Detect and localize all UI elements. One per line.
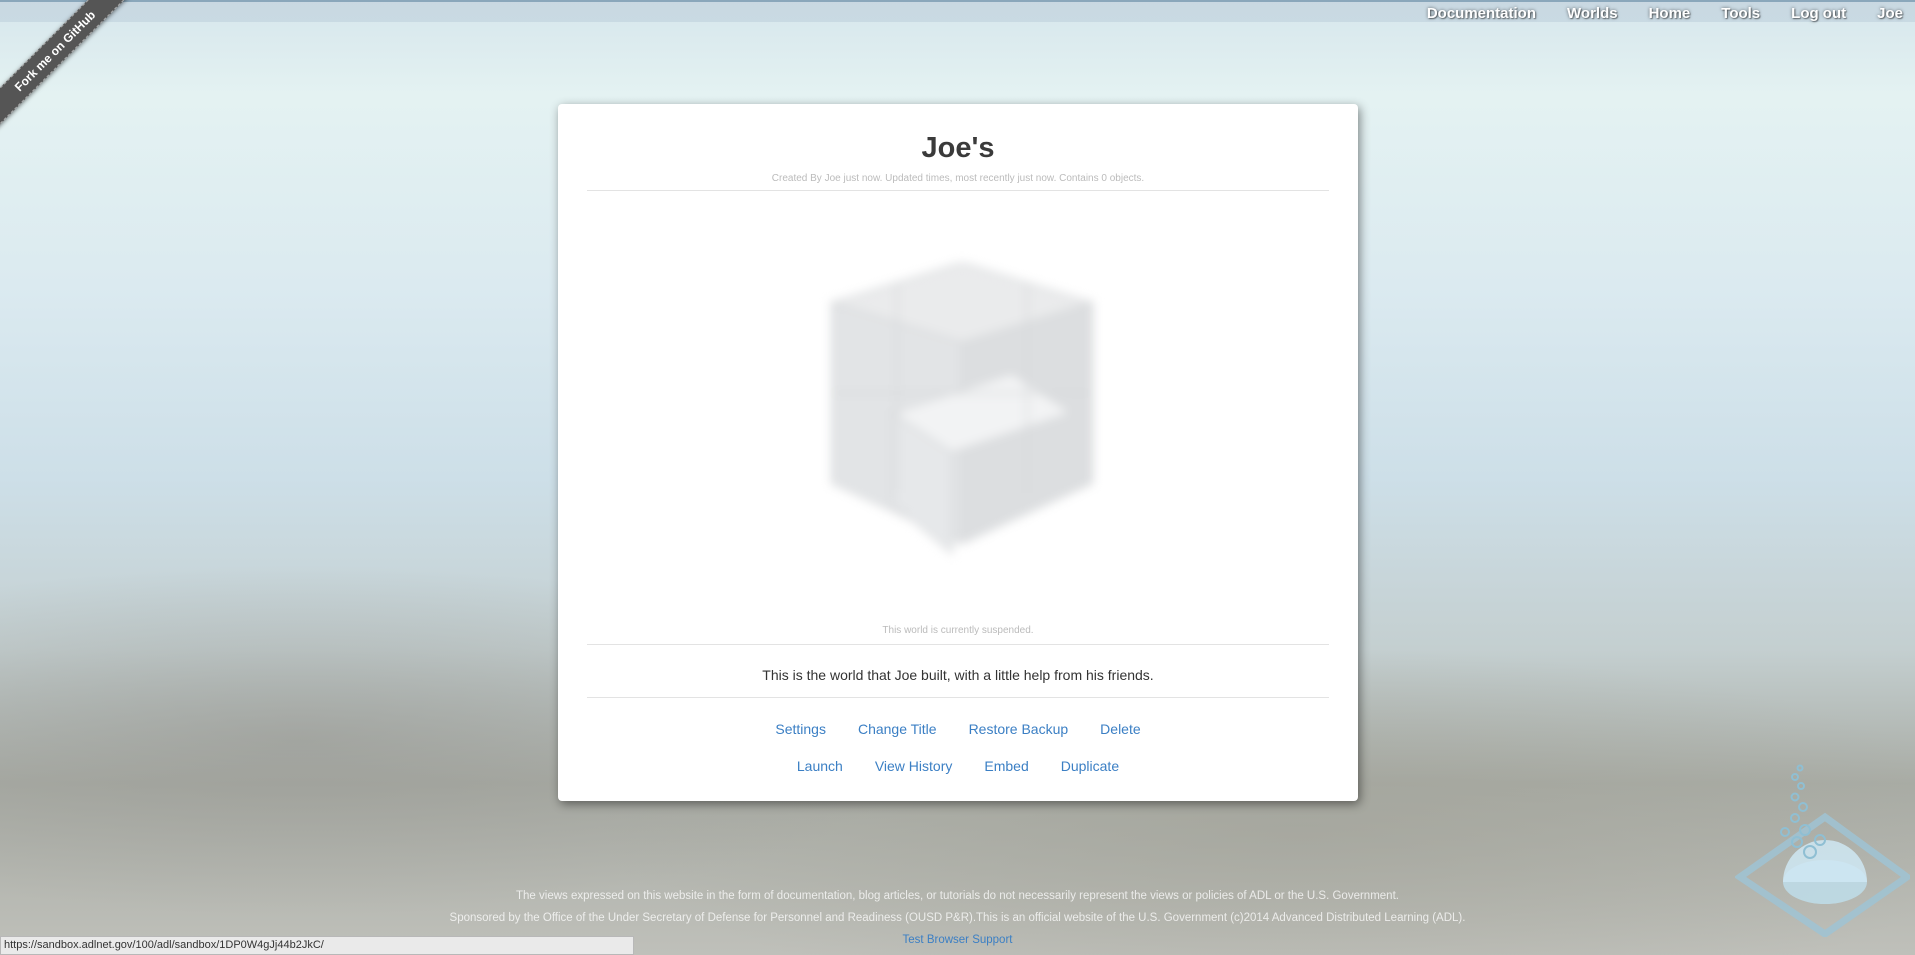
nav-log-out[interactable]: Log out — [1791, 5, 1846, 22]
action-row-2: Launch View History Embed Duplicate — [587, 758, 1329, 774]
duplicate-link[interactable]: Duplicate — [1061, 758, 1119, 774]
footer-disclaimer: The views expressed on this website in t… — [516, 890, 1399, 902]
world-description: This is the world that Joe built, with a… — [762, 667, 1154, 683]
cube-placeholder-icon — [828, 263, 1096, 556]
world-title: Joe's — [921, 132, 995, 164]
main-nav: Documentation Worlds Home Tools Log out … — [1427, 5, 1903, 22]
change-title-link[interactable]: Change Title — [858, 721, 937, 737]
nav-home[interactable]: Home — [1649, 5, 1691, 22]
browser-status-bar: https://sandbox.adlnet.gov/100/adl/sandb… — [0, 936, 634, 955]
embed-link[interactable]: Embed — [984, 758, 1028, 774]
world-thumbnail: This world is currently suspended. — [587, 191, 1329, 636]
view-history-link[interactable]: View History — [875, 758, 953, 774]
divider — [587, 697, 1329, 698]
test-browser-support-link[interactable]: Test Browser Support — [903, 934, 1013, 946]
world-meta: Created By Joe just now. Updated times, … — [771, 173, 1145, 184]
nav-user[interactable]: Joe — [1877, 5, 1903, 22]
nav-documentation[interactable]: Documentation — [1427, 5, 1536, 22]
world-card: Joe's Created By Joe just now. Updated t… — [558, 104, 1358, 801]
github-ribbon-container: Fork me on GitHub — [0, 0, 150, 150]
delete-link[interactable]: Delete — [1100, 721, 1140, 737]
suspended-notice: This world is currently suspended. — [882, 625, 1034, 636]
fork-github-ribbon[interactable]: Fork me on GitHub — [0, 0, 142, 138]
launch-link[interactable]: Launch — [797, 758, 843, 774]
top-nav-bar: Documentation Worlds Home Tools Log out … — [0, 0, 1915, 22]
footer-sponsor: Sponsored by the Office of the Under Sec… — [449, 912, 1466, 924]
adl-sandbox-logo-icon — [1735, 764, 1910, 937]
restore-backup-link[interactable]: Restore Backup — [969, 721, 1069, 737]
action-row-1: Settings Change Title Restore Backup Del… — [587, 721, 1329, 737]
nav-worlds[interactable]: Worlds — [1567, 5, 1618, 22]
settings-link[interactable]: Settings — [775, 721, 826, 737]
nav-tools[interactable]: Tools — [1721, 5, 1760, 22]
